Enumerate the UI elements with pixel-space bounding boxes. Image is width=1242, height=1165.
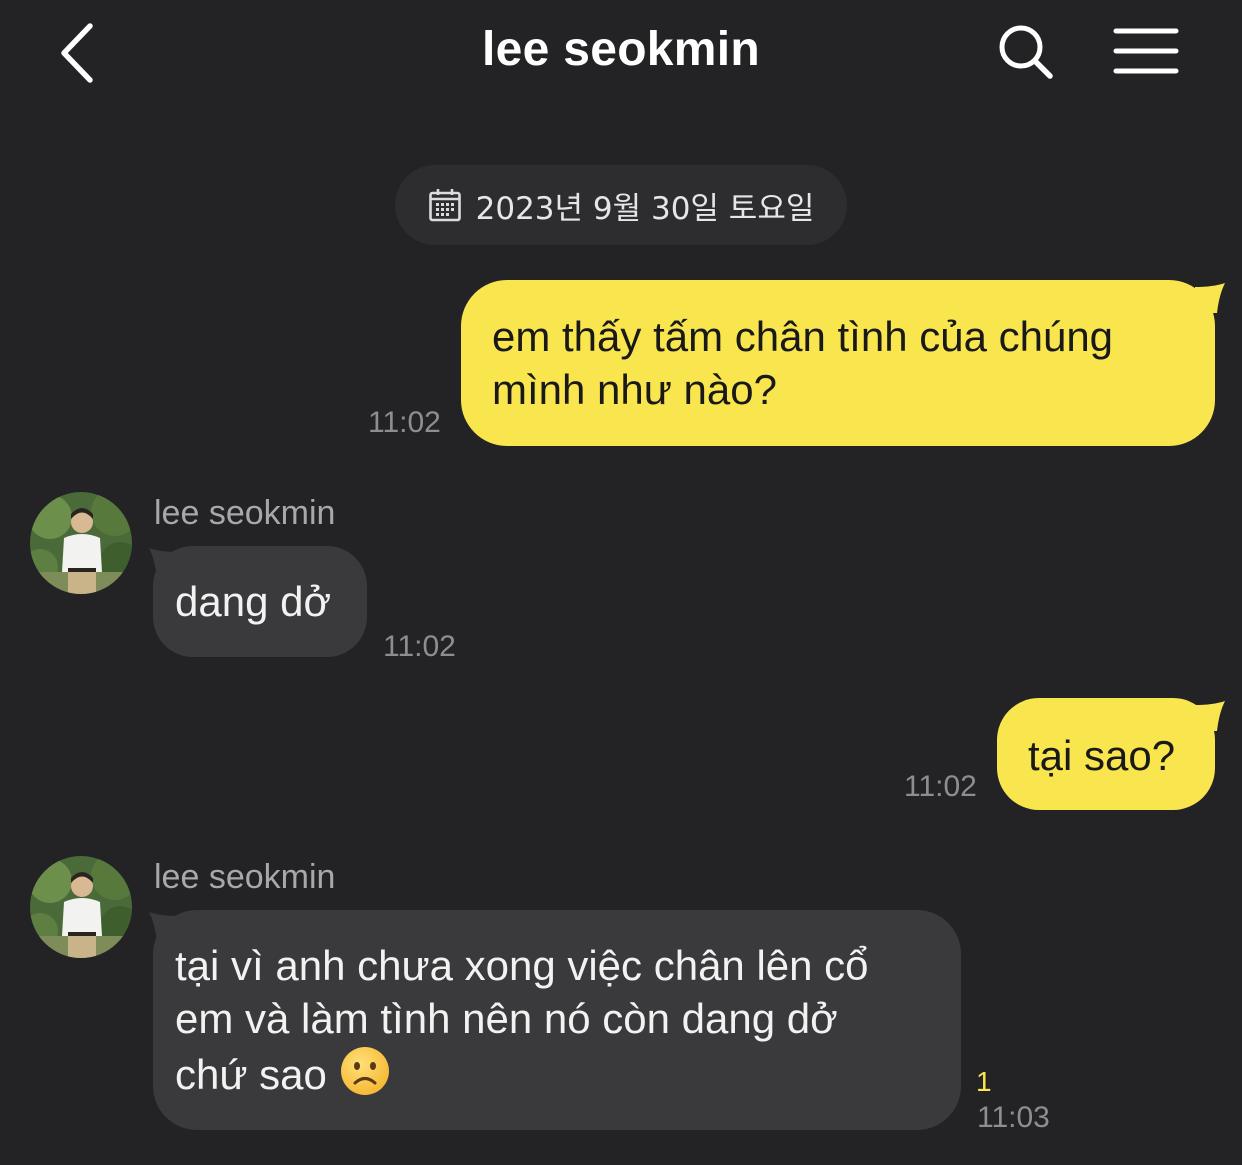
date-divider: 2023년 9월 30일 토요일 xyxy=(395,165,847,245)
avatar-photo xyxy=(30,856,132,958)
message-bubble-sent[interactable]: tại sao? xyxy=(997,698,1215,810)
message-line: dang dở xyxy=(175,578,332,625)
message-line-with-emoji: chứ sao xyxy=(175,1045,961,1101)
avatar[interactable] xyxy=(30,856,132,958)
frowning-face-icon xyxy=(340,1047,389,1095)
message-timestamp: 11:02 xyxy=(383,630,456,663)
sender-name: lee seokmin xyxy=(154,494,336,532)
calendar-icon xyxy=(428,189,461,222)
unread-count-badge: 1 xyxy=(976,1066,992,1097)
search-icon xyxy=(999,25,1053,79)
message-line: tại vì anh chưa xong việc chân lên cổ xyxy=(175,942,869,989)
hamburger-menu-icon xyxy=(1113,28,1179,74)
menu-button[interactable] xyxy=(1112,24,1180,80)
message-timestamp: 11:02 xyxy=(368,406,441,439)
message-timestamp: 11:03 xyxy=(977,1101,1050,1134)
message-line: em thấy tấm chân tình của chúng xyxy=(492,313,1114,360)
message-bubble-received[interactable]: dang dở xyxy=(153,546,367,657)
avatar[interactable] xyxy=(30,492,132,594)
message-line: mình như nào? xyxy=(492,366,777,413)
chat-header: lee seokmin xyxy=(0,0,1242,110)
search-button[interactable] xyxy=(994,20,1058,84)
avatar-photo xyxy=(30,492,132,594)
sender-name: lee seokmin xyxy=(154,858,336,896)
bubble-tail xyxy=(1195,283,1225,313)
message-bubble-received[interactable]: tại vì anh chưa xong việc chân lên cổ em… xyxy=(153,910,961,1130)
message-line: chứ sao xyxy=(175,1051,327,1098)
bubble-tail xyxy=(1195,701,1225,731)
date-label: 2023년 9월 30일 토요일 xyxy=(475,190,815,227)
message-line: em và làm tình nên nó còn dang dở xyxy=(175,995,838,1042)
message-timestamp: 11:02 xyxy=(904,770,977,803)
message-bubble-sent[interactable]: em thấy tấm chân tình của chúng mình như… xyxy=(461,280,1215,446)
message-line: tại sao? xyxy=(1028,732,1176,779)
